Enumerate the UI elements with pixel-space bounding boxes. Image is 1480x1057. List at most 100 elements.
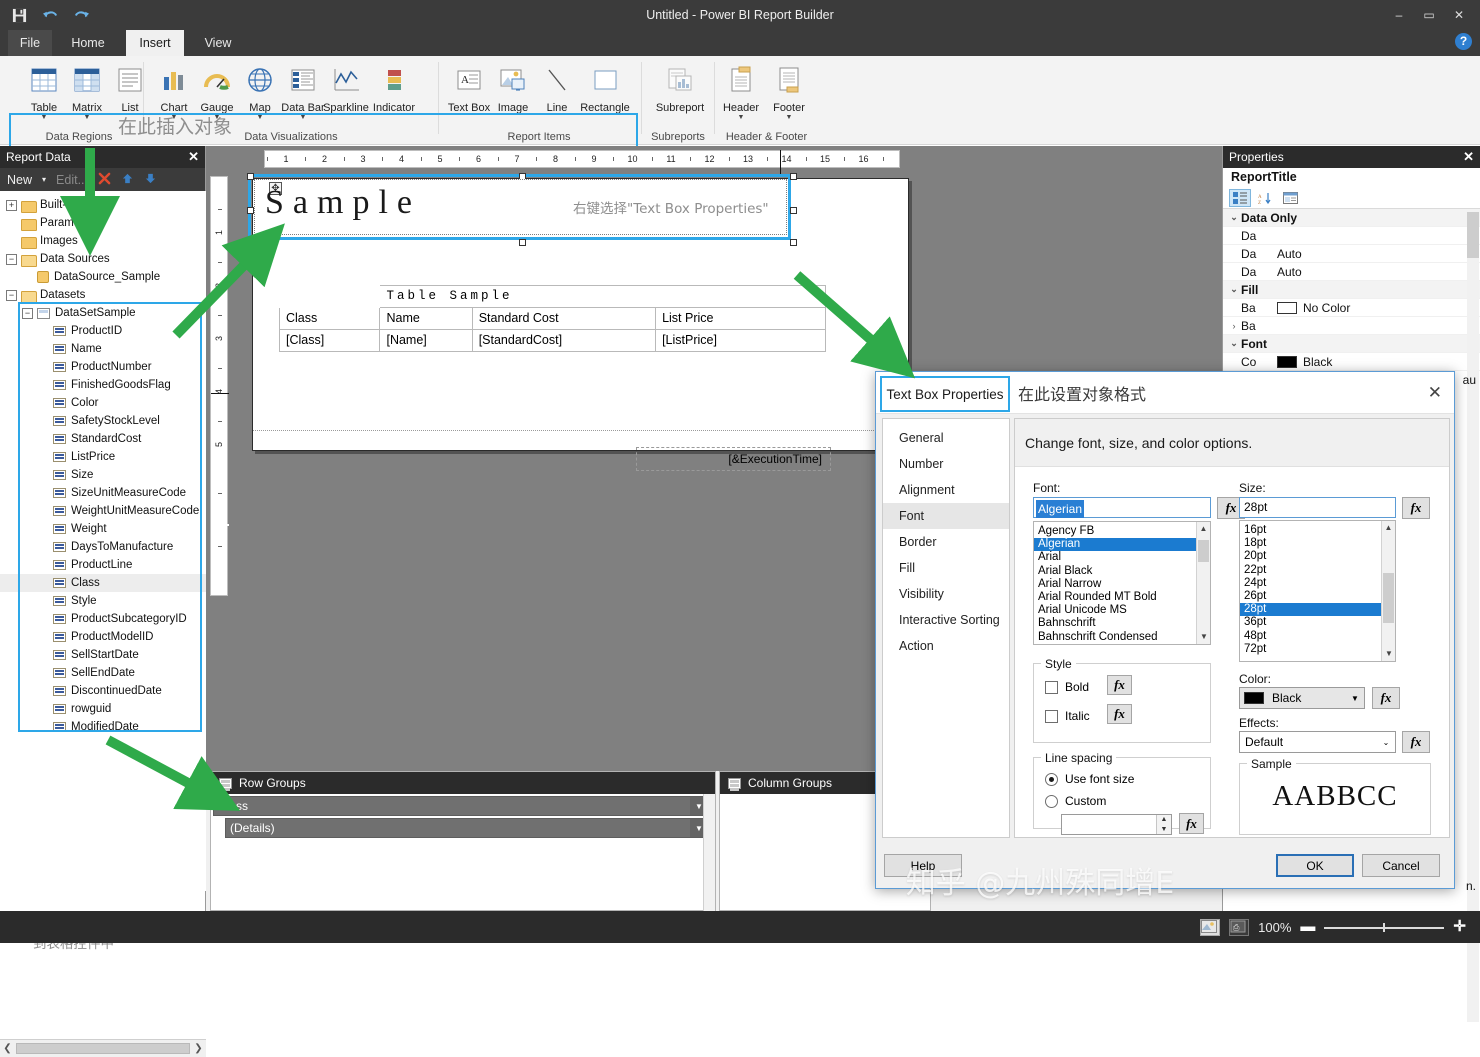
tree-item-safetystocklevel[interactable]: SafetyStockLevel: [0, 412, 206, 430]
categorized-icon[interactable]: [1229, 189, 1251, 207]
font-list-item[interactable]: Arial Black: [1034, 565, 1197, 578]
alphabetical-icon[interactable]: AZ: [1254, 189, 1276, 207]
tree-item-daystomanufacture[interactable]: DaysToManufacture: [0, 538, 206, 556]
edit-button[interactable]: Edit...: [56, 173, 88, 187]
tab-file[interactable]: File: [8, 30, 52, 56]
table-detail-cell[interactable]: [Class]: [278, 329, 381, 352]
undo-icon[interactable]: [39, 4, 61, 26]
close-icon[interactable]: ✕: [1428, 383, 1442, 403]
maximize-button[interactable]: ▭: [1414, 3, 1444, 27]
italic-expression-button[interactable]: fx: [1107, 704, 1132, 724]
report-data-tree[interactable]: + Built-in Fields Parameters Images − Data So…: [0, 191, 206, 891]
text-box-properties-dialog[interactable]: Text Box Properties 在此设置对象格式 ✕ General Nu…: [875, 371, 1455, 889]
scroll-down-icon[interactable]: ▼: [1197, 630, 1210, 644]
font-list-scrollbar[interactable]: ▲ ▼: [1196, 522, 1210, 644]
scroll-right-icon[interactable]: ❯: [191, 1043, 206, 1054]
zoom-in-button[interactable]: ✛: [1453, 919, 1466, 934]
font-list-item[interactable]: Arial Rounded MT Bold: [1034, 591, 1197, 604]
tree-item-data-sources[interactable]: − Data Sources: [0, 250, 206, 268]
size-list-item[interactable]: 20pt: [1240, 550, 1382, 563]
ok-button[interactable]: OK: [1276, 854, 1354, 877]
resize-handle-nw[interactable]: [247, 173, 254, 180]
size-list-item[interactable]: 16pt: [1240, 524, 1382, 537]
resize-handle-w[interactable]: [247, 207, 254, 214]
ribbon-button-rectangle[interactable]: Rectangle: [573, 60, 637, 114]
chevron-down-icon[interactable]: ▼: [1346, 694, 1364, 703]
ribbon-button-indicator[interactable]: Indicator: [366, 60, 422, 114]
chevron-down-icon[interactable]: ▼: [765, 114, 813, 122]
tree-item-built-in-fields[interactable]: + Built-in Fields: [0, 196, 206, 214]
tree-item-rowguid[interactable]: rowguid: [0, 700, 206, 718]
property-row[interactable]: Co Black: [1223, 353, 1480, 371]
resize-handle-e[interactable]: [790, 207, 797, 214]
property-row[interactable]: Da Auto: [1223, 245, 1480, 263]
scroll-down-icon[interactable]: ▼: [1382, 647, 1395, 661]
size-list-item[interactable]: 36pt: [1240, 616, 1382, 629]
font-list-item[interactable]: Bahnschrift: [1034, 617, 1197, 630]
report-page[interactable]: ✥ Sample 右键选择"Text Box Properties" Table…: [247, 173, 910, 471]
print-layout-icon[interactable]: ⎙: [1229, 918, 1250, 936]
size-list-item[interactable]: 18pt: [1240, 537, 1382, 550]
size-list-item[interactable]: 48pt: [1240, 630, 1382, 643]
property-value[interactable]: Black: [1277, 355, 1476, 369]
tree-item-name[interactable]: Name: [0, 340, 206, 358]
move-down-icon[interactable]: [144, 172, 157, 188]
dialog-nav-font[interactable]: Font: [883, 503, 1009, 529]
report-table[interactable]: Table Sample Class Name Standard Cost Li…: [278, 285, 826, 352]
tree-item-style[interactable]: Style: [0, 592, 206, 610]
tree-item-sellenddate[interactable]: SellEndDate: [0, 664, 206, 682]
tree-expander-icon[interactable]: −: [22, 307, 33, 319]
save-icon[interactable]: [8, 4, 30, 26]
color-expression-button[interactable]: fx: [1372, 687, 1400, 709]
new-button[interactable]: New: [7, 173, 32, 187]
design-view-icon[interactable]: [1200, 918, 1221, 936]
table-detail-cell[interactable]: [StandardCost]: [471, 329, 657, 352]
tree-item-discontinueddate[interactable]: DiscontinuedDate: [0, 682, 206, 700]
size-list-item[interactable]: 24pt: [1240, 577, 1382, 590]
tab-home[interactable]: Home: [58, 30, 118, 56]
dialog-nav-interactive-sorting[interactable]: Interactive Sorting: [883, 607, 1009, 633]
line-spacing-expression-button[interactable]: fx: [1179, 813, 1204, 834]
spinner-arrows[interactable]: ▲ ▼: [1156, 815, 1171, 834]
table-detail-cell[interactable]: [Name]: [379, 329, 473, 352]
cancel-button[interactable]: Cancel: [1362, 854, 1440, 877]
property-expander-icon[interactable]: ⌄: [1227, 284, 1241, 295]
size-expression-button[interactable]: fx: [1402, 497, 1430, 519]
size-list-item[interactable]: 72pt: [1240, 643, 1382, 656]
ribbon-button-header[interactable]: Header ▼: [717, 60, 765, 122]
table-header-cell[interactable]: List Price: [655, 307, 826, 330]
size-list-item[interactable]: 22pt: [1240, 564, 1382, 577]
tree-item-productline[interactable]: ProductLine: [0, 556, 206, 574]
help-button[interactable]: Help: [884, 854, 962, 877]
custom-radio-row[interactable]: Custom: [1045, 794, 1106, 808]
scrollbar-thumb[interactable]: [16, 1043, 190, 1054]
custom-radio[interactable]: [1045, 794, 1058, 808]
tree-item-datasource-sample[interactable]: DataSource_Sample: [0, 268, 206, 286]
property-category-row[interactable]: ⌄ Font: [1223, 335, 1480, 353]
dialog-nav-border[interactable]: Border: [883, 529, 1009, 555]
table-detail-cell[interactable]: [ListPrice]: [655, 329, 826, 352]
ribbon-button-footer[interactable]: Footer ▼: [765, 60, 813, 122]
tree-item-parameters[interactable]: Parameters: [0, 214, 206, 232]
property-row[interactable]: › Ba: [1223, 317, 1480, 335]
scroll-left-icon[interactable]: ❮: [0, 1043, 15, 1054]
tree-item-productsubcategoryid[interactable]: ProductSubcategoryID: [0, 610, 206, 628]
tree-item-size[interactable]: Size: [0, 466, 206, 484]
footer-execution-time-textbox[interactable]: [&ExecutionTime]: [636, 447, 831, 471]
resize-handle-s[interactable]: [519, 239, 526, 246]
size-list-scrollbar[interactable]: ▲ ▼: [1381, 521, 1395, 661]
effects-expression-button[interactable]: fx: [1402, 731, 1430, 753]
effects-combo[interactable]: Default ⌄: [1239, 731, 1396, 753]
tree-item-productid[interactable]: ProductID: [0, 322, 206, 340]
properties-scrollbar[interactable]: [1467, 212, 1479, 1022]
scroll-up-icon[interactable]: ▲: [1382, 521, 1395, 535]
dialog-nav-action[interactable]: Action: [883, 633, 1009, 659]
tree-item-weight[interactable]: Weight: [0, 520, 206, 538]
tree-item-listprice[interactable]: ListPrice: [0, 448, 206, 466]
report-title-textbox[interactable]: ✥ Sample 右键选择"Text Box Properties": [254, 179, 787, 235]
font-list-item[interactable]: Bahnschrift Condensed: [1034, 631, 1197, 644]
redo-icon[interactable]: [70, 4, 92, 26]
table-header-cell[interactable]: Standard Cost: [471, 307, 657, 330]
dialog-nav-list[interactable]: General Number Alignment Font Border Fill Visi…: [882, 418, 1010, 838]
tree-expander-icon[interactable]: −: [6, 289, 17, 301]
